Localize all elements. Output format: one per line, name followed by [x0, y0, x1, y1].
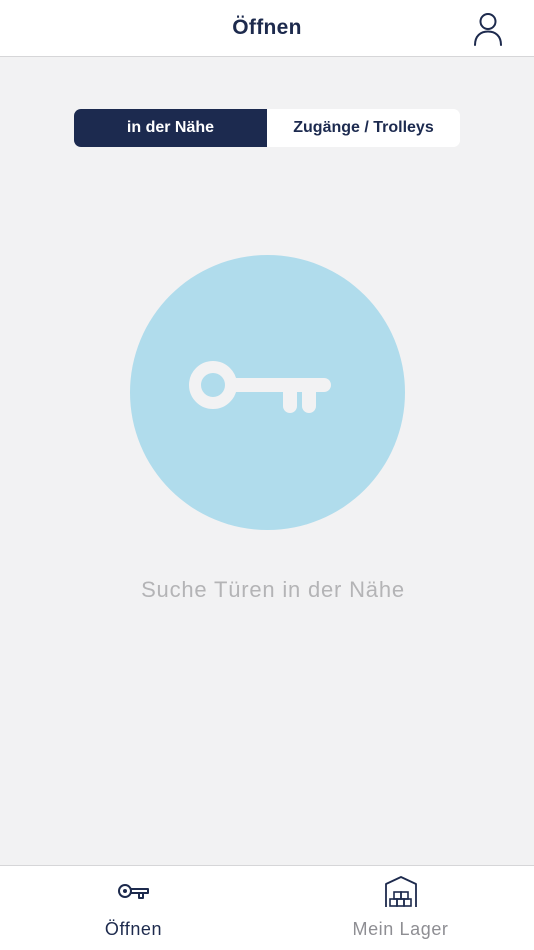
page-title: Öffnen [232, 16, 302, 39]
tab-my-storage[interactable]: Mein Lager [267, 866, 534, 950]
bottom-tab-bar: Öffnen Mein Lager [0, 865, 534, 950]
person-outline-icon [474, 13, 502, 46]
segment-access-trolleys[interactable]: Zugänge / Trolleys [267, 109, 460, 147]
segmented-control: in der Nähe Zugänge / Trolleys [74, 109, 460, 147]
key-icon [117, 876, 151, 908]
segment-nearby[interactable]: in der Nähe [74, 109, 267, 147]
top-bar: Öffnen [0, 0, 534, 57]
storage-unit-icon [384, 876, 418, 908]
tab-my-storage-label: Mein Lager [352, 919, 449, 939]
app-screen: Öffnen in der Nähe Zugänge / Trolleys Su… [0, 0, 534, 950]
key-icon [188, 361, 331, 413]
key-circle [130, 255, 405, 530]
search-status-text: Suche Türen in der Nähe [141, 577, 405, 602]
tab-open[interactable]: Öffnen [0, 866, 267, 950]
profile-button[interactable] [470, 10, 506, 48]
tab-open-label: Öffnen [104, 919, 163, 939]
